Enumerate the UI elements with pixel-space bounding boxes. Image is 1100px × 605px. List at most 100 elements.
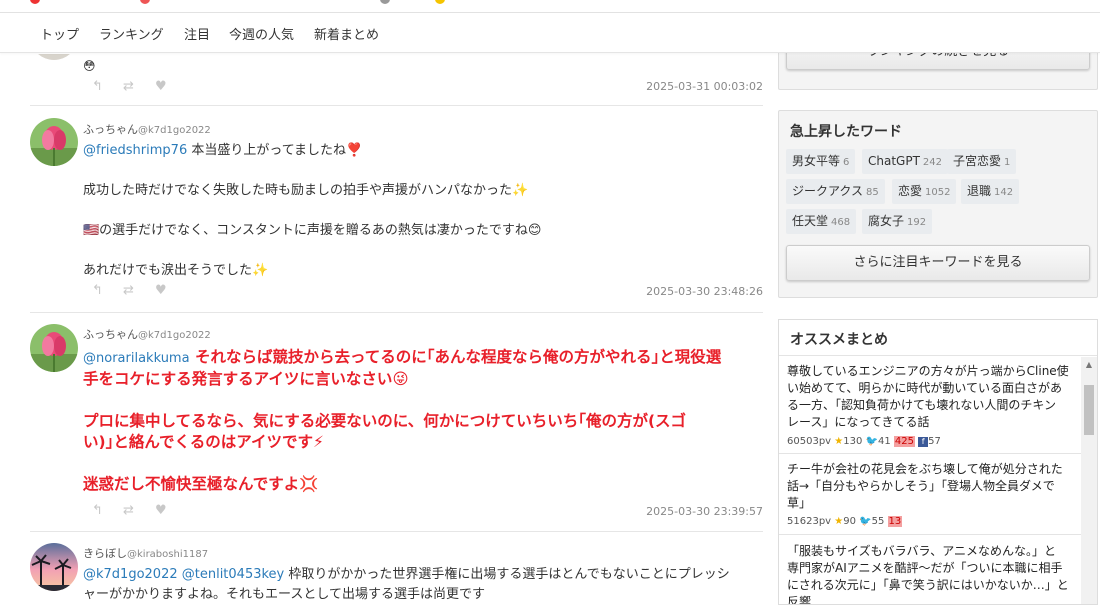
site-icon xyxy=(380,0,390,4)
recommended-title: オススメまとめ xyxy=(790,332,888,348)
keyword-tag[interactable]: ジークアクス 85 xyxy=(786,179,885,204)
nav-top[interactable]: トップ xyxy=(40,24,79,43)
keyword-tag[interactable]: 退職 142 xyxy=(961,179,1020,204)
retweet-icon[interactable]: ⇄ xyxy=(123,503,134,518)
recommended-stats: 60503pv ★130 🐦41 425 f 57 xyxy=(787,436,941,447)
recommended-item-title[interactable]: チー牛が会社の花見会をぶち壊して俺が処分された 話→「自分もやらかしそう」「登場… xyxy=(787,461,1077,512)
nav-featured[interactable]: 注目 xyxy=(184,24,210,43)
recommended-item-title[interactable]: 「服装もサイズもバラバラ、アニメなめんな。」と 専門家がAIアニメを酷評～だが「… xyxy=(787,543,1077,605)
title-line: 反響 xyxy=(787,595,812,605)
title-line: い始めてて、明らかに時代が動いている面白さがあ xyxy=(787,381,1063,395)
avatar[interactable] xyxy=(30,324,78,372)
title-line: レース」になってきてる話 xyxy=(787,415,930,429)
title-line: 草」 xyxy=(787,496,812,510)
display-name[interactable]: ふっちゃん xyxy=(83,328,138,341)
tweet-line: 🇺🇸の選手だけでなく、コンスタントに声援を贈るあの熱気は凄かったですね😊 xyxy=(83,223,542,238)
site-icon xyxy=(30,0,40,4)
top-strip xyxy=(0,0,1100,13)
keyword-label: 退職 xyxy=(967,184,992,198)
main-navigation: トップ ランキング 注目 今週の人気 新着まとめ xyxy=(0,13,1100,53)
keyword-count: 6 xyxy=(843,157,850,168)
title-line: 専門家がAIアニメを酷評～だが「ついに本職に相手 xyxy=(787,561,1063,575)
user-handle[interactable]: @kiraboshi1187 xyxy=(127,549,208,560)
keyword-tag[interactable]: 恋愛 1052 xyxy=(892,179,957,204)
nav-ranking[interactable]: ランキング xyxy=(99,24,164,43)
heart-icon[interactable]: ♥ xyxy=(155,283,167,298)
title-line: る一方、「認知負荷かけても壊れない人間のチキン xyxy=(787,398,1057,412)
avatar[interactable] xyxy=(30,118,78,166)
tweet-line: ャーがかかりますよね。それもエースとして出場する選手は尚更です xyxy=(83,587,485,602)
nav-new-summaries[interactable]: 新着まとめ xyxy=(314,24,379,43)
display-name[interactable]: きらぼし xyxy=(83,547,127,560)
keyword-count: 85 xyxy=(866,187,879,198)
title-line: 話→「自分もやらかしそう」「登場人物全員ダメで xyxy=(787,479,1055,493)
recommended-item[interactable]: 尊敬しているエンジニアの方々が片っ端からCline使 い始めてて、明らかに時代が… xyxy=(779,357,1081,454)
keyword-count: 1052 xyxy=(925,187,951,198)
pageview-count: 51623 xyxy=(787,516,819,527)
reply-icon[interactable]: ↰ xyxy=(92,503,103,518)
keyword-tag[interactable]: 子宮恋愛 1 xyxy=(947,149,1017,174)
keyword-count: 468 xyxy=(831,217,851,228)
tweet-line-text: 本当盛り上がってましたね❣️ xyxy=(187,143,363,158)
twitter-count: 41 xyxy=(877,436,891,447)
tweet-line: @friedshrimp76 本当盛り上がってましたね❣️ xyxy=(83,141,763,161)
facebook-icon: f xyxy=(918,437,929,447)
avatar[interactable] xyxy=(30,543,78,591)
retweet-icon[interactable]: ⇄ xyxy=(123,79,134,94)
title-line: にされる次元に」「鼻で笑う訳にはいかないか…」と xyxy=(787,578,1069,592)
nav-weekly-popular[interactable]: 今週の人気 xyxy=(229,24,294,43)
tweet-text: @friedshrimp76 本当盛り上がってましたね❣️ 成功した時だけでなく… xyxy=(83,141,763,281)
scrollbar[interactable]: ▲ xyxy=(1081,357,1097,604)
site-icon xyxy=(140,0,150,4)
title-line: 「服装もサイズもバラバラ、アニメなめんな。」と xyxy=(787,544,1057,558)
keyword-tag[interactable]: ChatGPT 242 xyxy=(862,149,949,174)
heart-icon[interactable]: ♥ xyxy=(155,503,167,518)
keyword-tag[interactable]: 腐女子 192 xyxy=(862,209,933,234)
site-icon xyxy=(435,0,445,4)
keyword-label: 腐女子 xyxy=(868,214,905,228)
title-line: チー牛が会社の花見会をぶち壊して俺が処分された xyxy=(787,462,1063,476)
tweet-line: @k7d1go2022 @tenlit0453key 枠取りがかかった世界選手権… xyxy=(83,565,763,585)
keyword-tag[interactable]: 男女平等 6 xyxy=(786,149,856,174)
star-count: 130 xyxy=(843,436,863,447)
twitter-icon: 🐦 xyxy=(859,516,872,527)
keyword-count: 142 xyxy=(994,187,1014,198)
reply-icon[interactable]: ↰ xyxy=(92,79,103,94)
tweet-timestamp[interactable]: 2025-03-30 23:48:26 xyxy=(646,285,763,298)
scrollbar-thumb[interactable] xyxy=(1084,385,1094,435)
tweet-item: きらぼし@kiraboshi1187 @k7d1go2022 @tenlit04… xyxy=(30,533,763,605)
tweet-text: @norarilakkuma それならば競技から去ってるのに｢あんな程度なら俺の… xyxy=(83,347,763,495)
recommended-item[interactable]: チー牛が会社の花見会をぶち壊して俺が処分された 話→「自分もやらかしそう」「登場… xyxy=(779,455,1081,535)
username[interactable]: ふっちゃん@k7d1go2022 xyxy=(83,121,211,137)
scroll-up-icon[interactable]: ▲ xyxy=(1081,357,1097,373)
username[interactable]: きらぼし@kiraboshi1187 xyxy=(83,545,208,561)
keyword-label: 任天堂 xyxy=(792,214,829,228)
reply-icon[interactable]: ↰ xyxy=(92,283,103,298)
recommended-stats: 51623pv ★90 🐦55 13 xyxy=(787,516,903,527)
twitter-icon: 🐦 xyxy=(865,436,878,447)
mention-link[interactable]: @norarilakkuma xyxy=(83,351,190,366)
recommended-item-title[interactable]: 尊敬しているエンジニアの方々が片っ端からCline使 い始めてて、明らかに時代が… xyxy=(787,363,1077,431)
user-handle[interactable]: @k7d1go2022 xyxy=(138,330,211,341)
recommended-item[interactable]: 「服装もサイズもバラバラ、アニメなめんな。」と 専門家がAIアニメを酷評～だが「… xyxy=(779,536,1081,605)
username[interactable]: ふっちゃん@k7d1go2022 xyxy=(83,326,211,342)
tweet-item: ふっちゃん@k7d1go2022 @norarilakkuma それならば競技か… xyxy=(30,314,763,532)
tweet-item: ふっちゃん@k7d1go2022 @friedshrimp76 本当盛り上がって… xyxy=(30,107,763,313)
tweet-text: @k7d1go2022 @tenlit0453key 枠取りがかかった世界選手権… xyxy=(83,565,763,605)
mention-link[interactable]: @friedshrimp76 xyxy=(83,143,187,158)
pageview-count: 60503 xyxy=(787,436,819,447)
keyword-label: 恋愛 xyxy=(898,184,923,198)
tweet-timestamp[interactable]: 2025-03-31 00:03:02 xyxy=(646,80,763,93)
tweet-line: @norarilakkuma それならば競技から去ってるのに｢あんな程度なら俺の… xyxy=(83,347,763,369)
display-name[interactable]: ふっちゃん xyxy=(83,123,138,136)
keyword-count: 192 xyxy=(907,217,927,228)
mention-link[interactable]: @k7d1go2022 @tenlit0453key xyxy=(83,567,284,582)
user-handle[interactable]: @k7d1go2022 xyxy=(138,125,211,136)
retweet-icon[interactable]: ⇄ xyxy=(123,283,134,298)
facebook-count: 57 xyxy=(928,436,941,447)
more-keywords-button[interactable]: さらに注目キーワードを見る xyxy=(786,245,1090,281)
tweet-timestamp[interactable]: 2025-03-30 23:39:57 xyxy=(646,505,763,518)
keyword-tag[interactable]: 任天堂 468 xyxy=(786,209,857,234)
heart-icon[interactable]: ♥ xyxy=(155,79,167,94)
twitter-count: 55 xyxy=(871,516,885,527)
